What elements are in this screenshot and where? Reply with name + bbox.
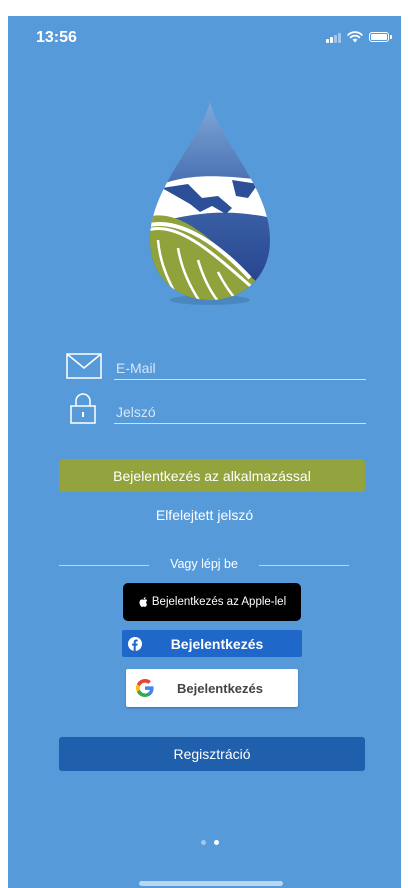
password-input[interactable] [114, 401, 366, 424]
page-dot[interactable] [201, 840, 206, 845]
facebook-icon [128, 636, 142, 651]
google-icon [136, 679, 154, 697]
signal-icon [326, 32, 341, 43]
email-field [66, 353, 366, 383]
battery-icon [369, 32, 392, 42]
lock-icon [70, 393, 96, 424]
email-input[interactable] [114, 357, 366, 380]
app-logo [150, 102, 270, 305]
social-divider: Vagy lépj be [59, 556, 349, 574]
register-button-label: Regisztráció [173, 746, 251, 762]
register-button[interactable]: Regisztráció [59, 737, 365, 771]
status-icons [326, 30, 392, 44]
page-dot-active[interactable] [214, 840, 219, 845]
google-login-button[interactable]: Bejelentkezés [126, 669, 298, 707]
google-login-label: Bejelentkezés [177, 680, 263, 696]
apple-icon [139, 597, 148, 607]
home-indicator [139, 881, 283, 886]
wifi-icon [347, 31, 363, 43]
status-time: 13:56 [36, 29, 77, 46]
envelope-icon [66, 353, 102, 379]
login-button-label: Bejelentkezés az alkalmazással [113, 467, 311, 484]
login-screen: 13:56 E-Mail Bejelentkezés az alkalmazás… [8, 16, 401, 888]
password-field [66, 393, 366, 427]
apple-login-label: Bejelentkezés az Apple-lel [151, 596, 287, 608]
facebook-login-label: Bejelentkezés [170, 635, 264, 652]
facebook-login-button[interactable]: Bejelentkezés [122, 630, 302, 657]
page-indicator [201, 840, 219, 845]
apple-login-button[interactable]: Bejelentkezés az Apple-lel [123, 583, 301, 621]
login-button[interactable]: Bejelentkezés az alkalmazással [59, 459, 365, 492]
forgot-password-link[interactable]: Elfelejtett jelszó [8, 507, 401, 523]
divider-label: Vagy lépj be [170, 557, 238, 571]
